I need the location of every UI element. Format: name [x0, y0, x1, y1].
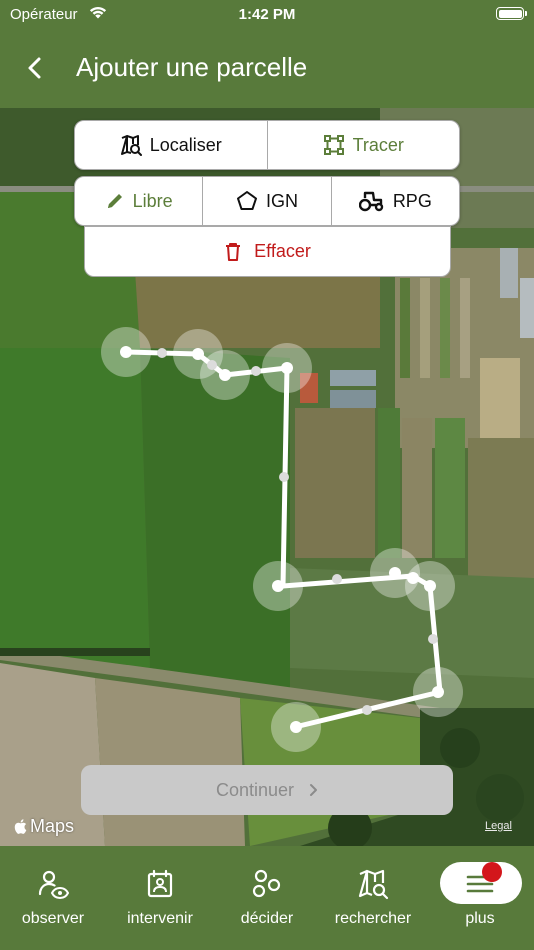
continue-button[interactable]: Continuer — [81, 765, 453, 815]
map-search-icon — [120, 135, 142, 156]
tab-ign[interactable]: IGN — [202, 177, 330, 225]
map-search-icon — [358, 869, 389, 900]
tab-decider-label: décider — [240, 910, 294, 927]
page-title: Ajouter une parcelle — [76, 52, 308, 82]
tab-rechercher-label: rechercher — [334, 910, 412, 927]
legal-link[interactable]: Legal — [485, 820, 512, 832]
calendar-person-icon — [147, 869, 173, 898]
tab-plus[interactable]: plus — [436, 846, 524, 950]
bottom-tab-bar: observer intervenir décider rechercher p… — [0, 846, 534, 950]
chevron-right-icon — [310, 784, 318, 796]
tab-rechercher[interactable]: rechercher — [322, 846, 424, 950]
tab-libre[interactable]: Libre — [75, 177, 202, 225]
apple-logo-icon — [14, 819, 27, 834]
tab-observer[interactable]: observer — [4, 846, 102, 950]
tractor-icon — [358, 191, 384, 212]
continue-label: Continuer — [215, 779, 295, 800]
tab-libre-label: Libre — [132, 190, 173, 211]
status-bar: Opérateur 1:42 PM — [0, 0, 534, 30]
tab-decider[interactable]: décider — [218, 846, 316, 950]
maps-label: Maps — [30, 816, 75, 836]
tab-rpg[interactable]: RPG — [330, 177, 459, 225]
draw-mode-segmented-control: Libre IGN RPG — [74, 176, 460, 226]
tab-intervenir[interactable]: intervenir — [110, 846, 210, 950]
tab-tracer[interactable]: Tracer — [266, 121, 460, 169]
battery-icon — [496, 7, 527, 20]
tab-rpg-label: RPG — [392, 190, 432, 211]
polygon-draw-icon — [323, 135, 344, 155]
maps-attribution: Maps — [14, 816, 74, 837]
nav-header: Ajouter une parcelle — [0, 30, 534, 108]
observer-icon — [38, 870, 69, 900]
nodes-icon — [252, 869, 281, 898]
tab-observer-label: observer — [21, 910, 85, 927]
trash-icon — [226, 242, 241, 261]
tab-tracer-label: Tracer — [352, 134, 404, 155]
mode-segmented-control: Localiser Tracer — [74, 120, 460, 170]
erase-label: Effacer — [254, 241, 311, 261]
tab-localiser-label: Localiser — [149, 134, 222, 155]
tab-intervenir-label: intervenir — [127, 910, 193, 927]
tab-ign-label: IGN — [265, 190, 298, 211]
tab-localiser[interactable]: Localiser — [75, 121, 267, 169]
pentagon-icon — [236, 191, 257, 210]
notification-badge — [482, 862, 502, 882]
tab-plus-label: plus — [465, 910, 495, 927]
erase-button[interactable]: Effacer — [84, 226, 451, 277]
chevron-left-icon[interactable] — [22, 54, 50, 82]
pencil-icon — [107, 194, 122, 208]
clock: 1:42 PM — [238, 6, 296, 23]
